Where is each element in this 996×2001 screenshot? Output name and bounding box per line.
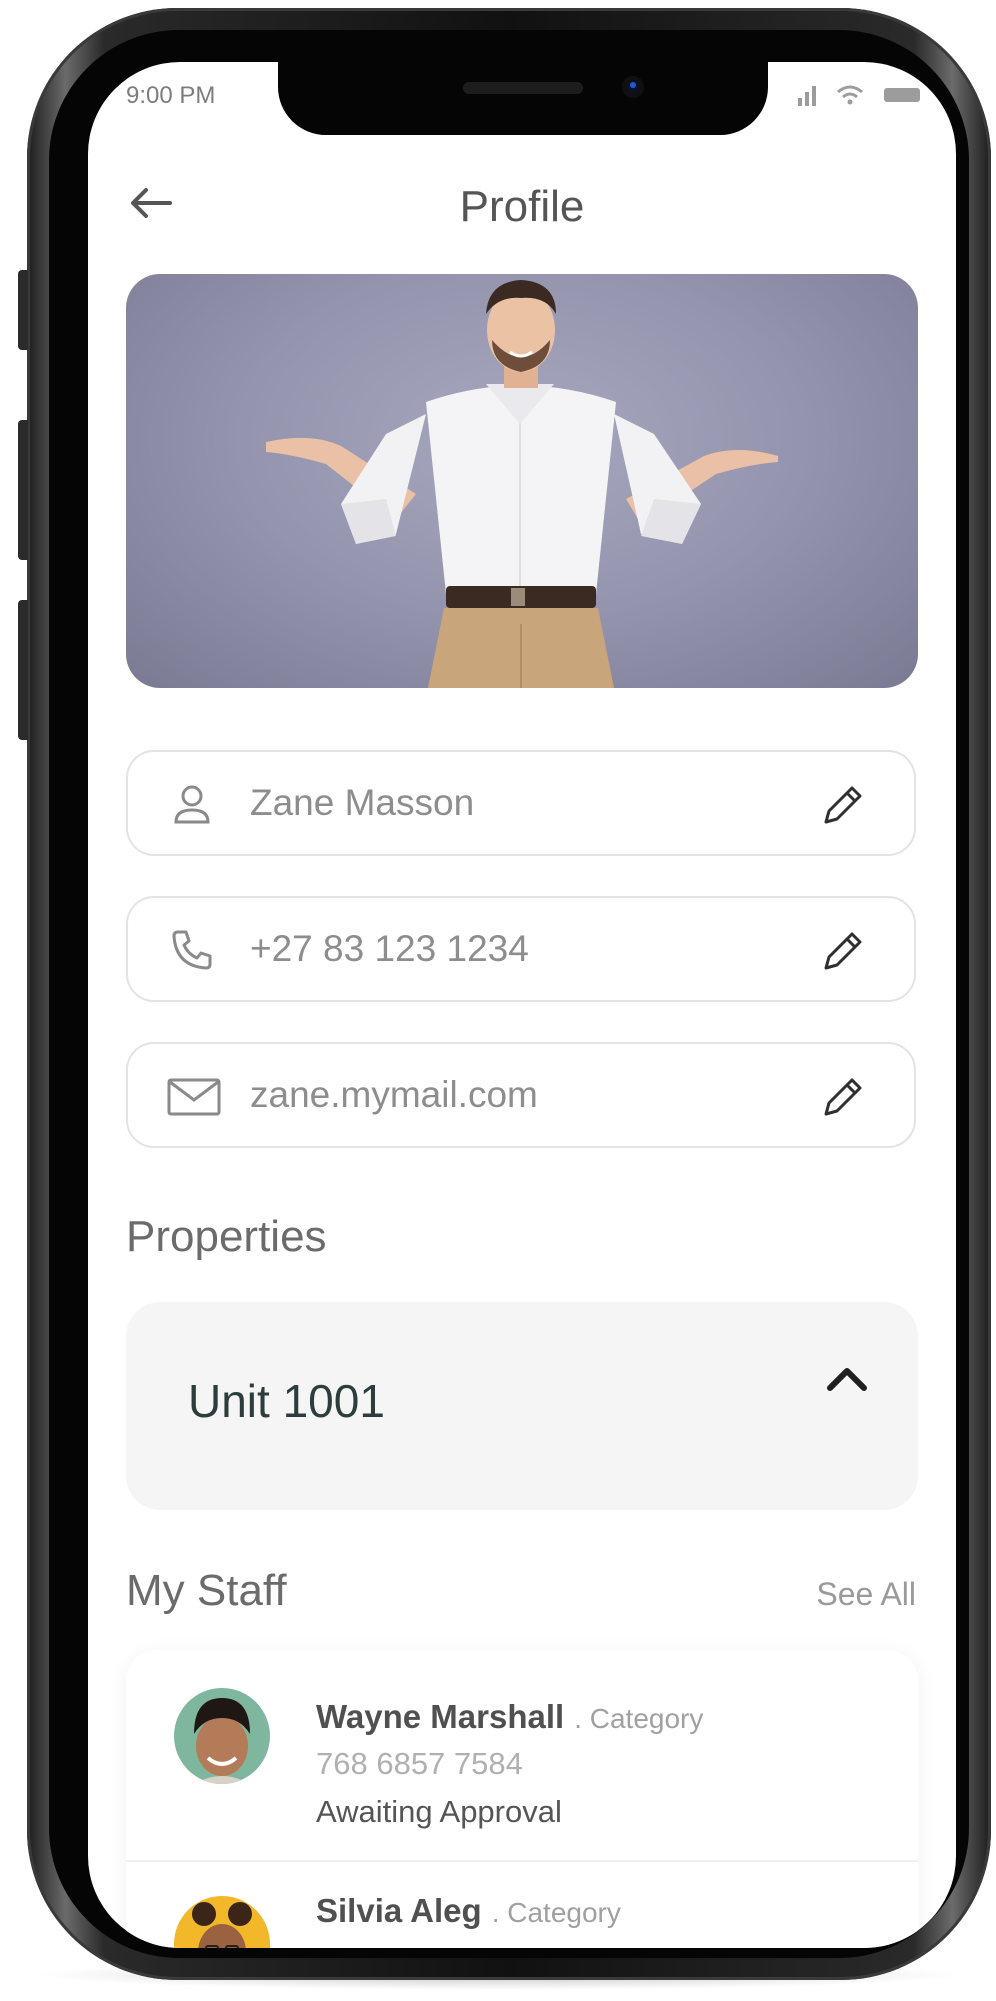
name-value: Zane Masson: [250, 782, 475, 823]
wifi-icon: [836, 84, 864, 106]
front-camera: [622, 76, 644, 98]
avatar: [174, 1688, 270, 1784]
signal-bars-icon: [798, 86, 816, 106]
battery-icon: [884, 88, 920, 102]
app-header: Profile: [88, 152, 956, 252]
profile-photo: [126, 274, 918, 688]
user-icon: [170, 782, 214, 826]
staff-status: Awaiting Approval: [316, 1794, 562, 1829]
staff-row[interactable]: Wayne Marshall . Category 768 6857 7584 A…: [126, 1650, 918, 1860]
notch: [278, 62, 768, 135]
avatar: [174, 1896, 270, 1948]
volume-up-button: [18, 420, 28, 560]
properties-title: Properties: [126, 1212, 327, 1261]
status-icons: [798, 82, 920, 106]
phone-icon: [170, 928, 214, 972]
mute-switch: [18, 270, 28, 350]
status-time: 9:00 PM: [126, 82, 216, 109]
property-card[interactable]: Unit 1001: [126, 1302, 918, 1510]
phone-field[interactable]: +27 83 123 1234: [126, 896, 916, 1002]
pencil-icon[interactable]: [820, 928, 866, 974]
email-value: zane.mymail.com: [250, 1074, 538, 1115]
staff-name: Silvia Aleg . Category: [316, 1892, 621, 1930]
staff-category: . Category: [574, 1703, 704, 1734]
staff-list: Wayne Marshall . Category 768 6857 7584 A…: [126, 1650, 918, 1948]
page-title: Profile: [459, 182, 585, 231]
staff-name: Wayne Marshall . Category: [316, 1698, 703, 1736]
pencil-icon[interactable]: [820, 1074, 866, 1120]
mail-icon: [166, 1074, 222, 1118]
phone-screen: 9:00 PM Profile Zane Masson +27 83 123 1…: [88, 62, 956, 1948]
pencil-icon[interactable]: [820, 782, 866, 828]
email-field[interactable]: zane.mymail.com: [126, 1042, 916, 1148]
phone-value: +27 83 123 1234: [250, 928, 529, 969]
speaker-grille: [463, 82, 583, 94]
see-all-link[interactable]: See All: [816, 1576, 916, 1613]
volume-down-button: [18, 600, 28, 740]
staff-phone: 768 6857 7584: [316, 1746, 523, 1781]
staff-name-text: Wayne Marshall: [316, 1698, 565, 1735]
staff-category: . Category: [491, 1897, 621, 1928]
staff-name-text: Silvia Aleg: [316, 1892, 482, 1929]
staff-row[interactable]: Silvia Aleg . Category: [126, 1862, 918, 1948]
property-unit: Unit 1001: [188, 1375, 385, 1427]
name-field[interactable]: Zane Masson: [126, 750, 916, 856]
my-staff-title: My Staff: [126, 1566, 287, 1615]
chevron-up-icon[interactable]: [822, 1356, 872, 1400]
